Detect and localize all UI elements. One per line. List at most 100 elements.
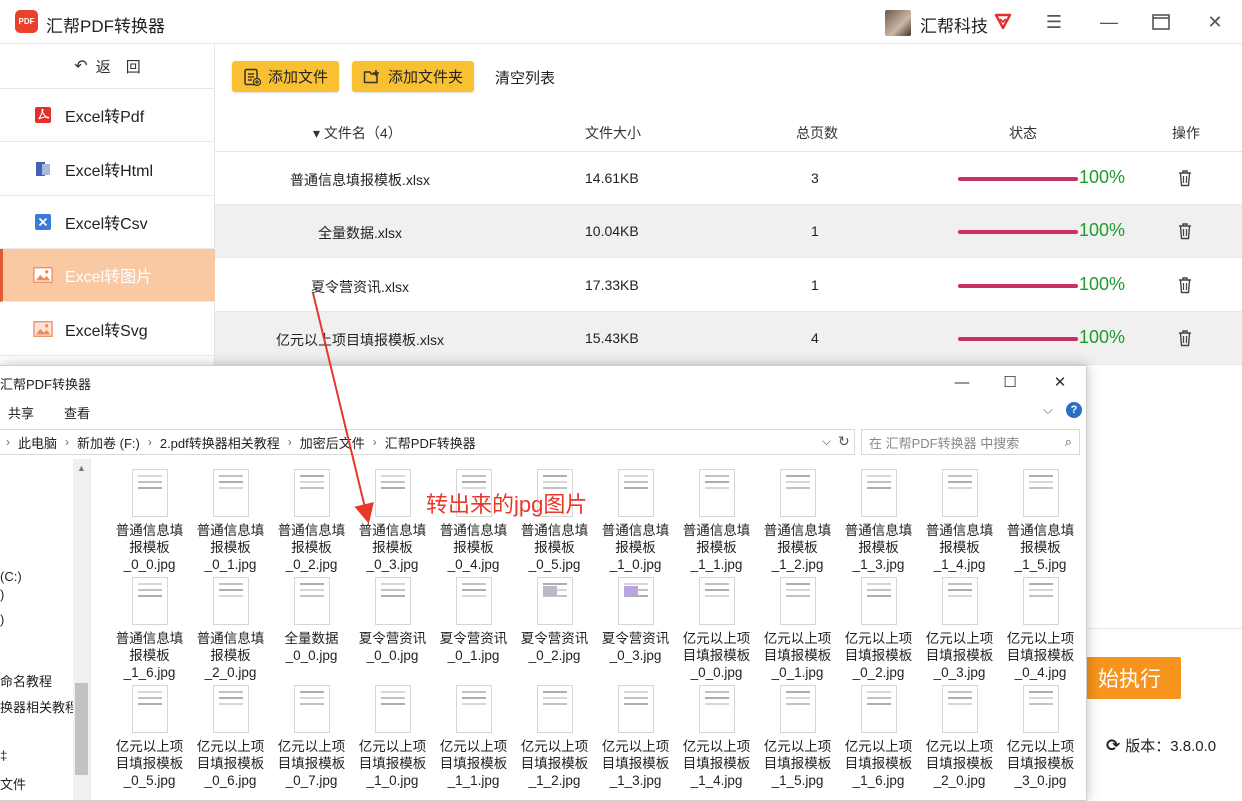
nav-item[interactable]: 命名教程 xyxy=(0,671,52,690)
file-name: 普通信息填报模板.xlsx xyxy=(290,172,430,188)
add-folder-button[interactable]: 添加文件夹 xyxy=(352,61,475,92)
file-item[interactable]: 普通信息填 报模板 _1_2.jpg xyxy=(757,469,838,573)
close-icon[interactable]: ✕ xyxy=(1045,370,1075,394)
file-name-line: _1_6.jpg xyxy=(123,665,176,680)
sidebar-item-excel-to-csv[interactable]: Excel转Csv xyxy=(0,196,215,249)
scrollbar-thumb[interactable] xyxy=(75,683,88,775)
file-item[interactable]: 普通信息填 报模板 _1_0.jpg xyxy=(595,469,676,573)
file-item[interactable]: 亿元以上项 目填报模板 _1_2.jpg xyxy=(514,685,595,789)
sidebar-item-excel-to-html[interactable]: Excel转Html xyxy=(0,143,215,196)
file-item[interactable]: 普通信息填 报模板 _1_3.jpg xyxy=(838,469,919,573)
minimize-icon[interactable]: — xyxy=(947,370,977,394)
table-row[interactable]: 普通信息填报模板.xlsx 14.61KB 3 100% xyxy=(215,152,1242,205)
clear-list-button[interactable]: 清空列表 xyxy=(495,67,555,88)
close-icon[interactable]: ✕ xyxy=(1203,10,1227,34)
file-thumbnail xyxy=(941,685,978,733)
vip-diamond-icon[interactable] xyxy=(993,11,1013,31)
column-header-name[interactable]: ▾ 文件名（4） xyxy=(313,123,402,143)
file-item[interactable]: 普通信息填 报模板 _1_5.jpg xyxy=(1000,469,1081,573)
back-button[interactable]: ↶ 返 回 xyxy=(0,44,215,89)
minimize-icon[interactable]: — xyxy=(1097,10,1121,34)
refresh-icon[interactable]: ↻ xyxy=(838,433,850,450)
breadcrumb-item[interactable]: 新加卷 (F:) xyxy=(77,433,140,452)
file-name-line: 夏令营资讯 xyxy=(601,631,670,646)
sidebar-item-excel-to-pdf[interactable]: Excel转Pdf xyxy=(0,89,215,142)
trash-icon[interactable] xyxy=(1177,276,1193,294)
help-icon[interactable]: ? xyxy=(1066,402,1082,418)
nav-item[interactable]: ) xyxy=(0,612,4,627)
company-name[interactable]: 汇帮科技 xyxy=(920,12,988,37)
file-item[interactable]: 亿元以上项 目填报模板 _1_6.jpg xyxy=(838,685,919,789)
file-item[interactable]: 普通信息填 报模板 _1_4.jpg xyxy=(919,469,1000,573)
file-item[interactable]: 亿元以上项 目填报模板 _0_2.jpg xyxy=(838,577,919,681)
file-name-line: 亿元以上项 xyxy=(763,739,832,754)
file-item[interactable]: 普通信息填 报模板 _1_1.jpg xyxy=(676,469,757,573)
breadcrumb-item[interactable]: 此电脑 xyxy=(18,433,57,452)
file-thumbnail xyxy=(374,577,411,625)
file-item[interactable]: 普通信息填 报模板 _0_3.jpg xyxy=(352,469,433,573)
file-item[interactable]: 亿元以上项 目填报模板 _1_1.jpg xyxy=(433,685,514,789)
ribbon-tab-view[interactable]: 查看 xyxy=(64,403,90,422)
file-item[interactable]: 亿元以上项 目填报模板 _0_7.jpg xyxy=(271,685,352,789)
address-bar[interactable]: › 此电脑 › 新加卷 (F:) › 2.pdf转换器相关教程 › 加密后文件 … xyxy=(0,429,855,455)
file-item[interactable]: 普通信息填 报模板 _0_0.jpg xyxy=(109,469,190,573)
nav-item[interactable]: ‡ xyxy=(0,748,7,763)
file-name-line: 报模板 xyxy=(534,540,575,555)
file-item[interactable]: 夏令营资讯 _0_0.jpg xyxy=(352,577,433,664)
file-thumbnail xyxy=(779,577,816,625)
table-row[interactable]: 夏令营资讯.xlsx 17.33KB 1 100% xyxy=(215,259,1242,312)
file-name-line: 目填报模板 xyxy=(682,756,751,771)
maximize-icon[interactable] xyxy=(1149,10,1173,34)
breadcrumb-item[interactable]: 2.pdf转换器相关教程 xyxy=(160,433,280,452)
add-file-button[interactable]: 添加文件 xyxy=(232,61,340,92)
file-item[interactable]: 普通信息填 报模板 _1_6.jpg xyxy=(109,577,190,681)
file-item[interactable]: 亿元以上项 目填报模板 _3_0.jpg xyxy=(1000,685,1081,789)
chevron-down-icon[interactable]: ⌵ xyxy=(822,434,831,449)
file-item[interactable]: 亿元以上项 目填报模板 _0_5.jpg xyxy=(109,685,190,789)
table-row[interactable]: 全量数据.xlsx 10.04KB 1 100% xyxy=(215,205,1242,258)
file-item[interactable]: 普通信息填 报模板 _0_2.jpg xyxy=(271,469,352,573)
chevron-down-icon[interactable]: ⌵ xyxy=(1043,402,1053,418)
nav-item[interactable]: ) xyxy=(0,587,4,602)
file-item[interactable]: 亿元以上项 目填报模板 _0_1.jpg xyxy=(757,577,838,681)
file-item[interactable]: 夏令营资讯 _0_1.jpg xyxy=(433,577,514,664)
scrollbar[interactable]: ▲ xyxy=(73,459,90,800)
refresh-icon[interactable]: ⟳ xyxy=(1106,736,1120,756)
file-item[interactable]: 亿元以上项 目填报模板 _1_3.jpg xyxy=(595,685,676,789)
table-row[interactable]: 亿元以上项目填报模板.xlsx 15.43KB 4 100% xyxy=(215,312,1242,365)
sidebar-item-excel-to-image[interactable]: Excel转图片 xyxy=(0,249,215,302)
chevron-up-icon[interactable]: ▲ xyxy=(77,463,86,473)
nav-item[interactable]: 换器相关教程 xyxy=(0,697,78,716)
file-item[interactable]: 亿元以上项 目填报模板 _1_4.jpg xyxy=(676,685,757,789)
file-item[interactable]: 夏令营资讯 _0_3.jpg xyxy=(595,577,676,664)
csv-icon xyxy=(33,212,53,232)
trash-icon[interactable] xyxy=(1177,329,1193,347)
sidebar-item-excel-to-svg[interactable]: Excel转Svg xyxy=(0,303,215,356)
file-item[interactable]: 亿元以上项 目填报模板 _2_0.jpg xyxy=(919,685,1000,789)
file-item[interactable]: 亿元以上项 目填报模板 _0_3.jpg xyxy=(919,577,1000,681)
menu-icon[interactable]: ☰ xyxy=(1042,10,1066,34)
file-item[interactable]: 普通信息填 报模板 _2_0.jpg xyxy=(190,577,271,681)
file-item[interactable]: 亿元以上项 目填报模板 _1_0.jpg xyxy=(352,685,433,789)
maximize-icon[interactable]: ☐ xyxy=(995,370,1025,394)
file-item[interactable]: 普通信息填 报模板 _0_5.jpg xyxy=(514,469,595,573)
file-item[interactable]: 亿元以上项 目填报模板 _0_0.jpg xyxy=(676,577,757,681)
file-name-line: _0_2.jpg xyxy=(285,557,338,572)
file-item[interactable]: 普通信息填 报模板 _0_1.jpg xyxy=(190,469,271,573)
file-item[interactable]: 夏令营资讯 _0_2.jpg xyxy=(514,577,595,664)
nav-item[interactable]: (C:) xyxy=(0,569,22,584)
breadcrumb-item[interactable]: 加密后文件 xyxy=(300,433,365,452)
file-thumbnail xyxy=(617,469,654,517)
user-avatar[interactable] xyxy=(885,10,911,36)
breadcrumb-item[interactable]: 汇帮PDF转换器 xyxy=(385,433,476,452)
search-input[interactable]: 在 汇帮PDF转换器 中搜索 ⌕ xyxy=(861,429,1080,455)
nav-item[interactable]: 文件 xyxy=(0,774,26,793)
ribbon-tab-share[interactable]: 共享 xyxy=(8,403,34,422)
file-item[interactable]: 普通信息填 报模板 _0_4.jpg xyxy=(433,469,514,573)
trash-icon[interactable] xyxy=(1177,222,1193,240)
file-item[interactable]: 亿元以上项 目填报模板 _1_5.jpg xyxy=(757,685,838,789)
file-item[interactable]: 全量数据 _0_0.jpg xyxy=(271,577,352,664)
file-item[interactable]: 亿元以上项 目填报模板 _0_6.jpg xyxy=(190,685,271,789)
trash-icon[interactable] xyxy=(1177,169,1193,187)
file-item[interactable]: 亿元以上项 目填报模板 _0_4.jpg xyxy=(1000,577,1081,681)
